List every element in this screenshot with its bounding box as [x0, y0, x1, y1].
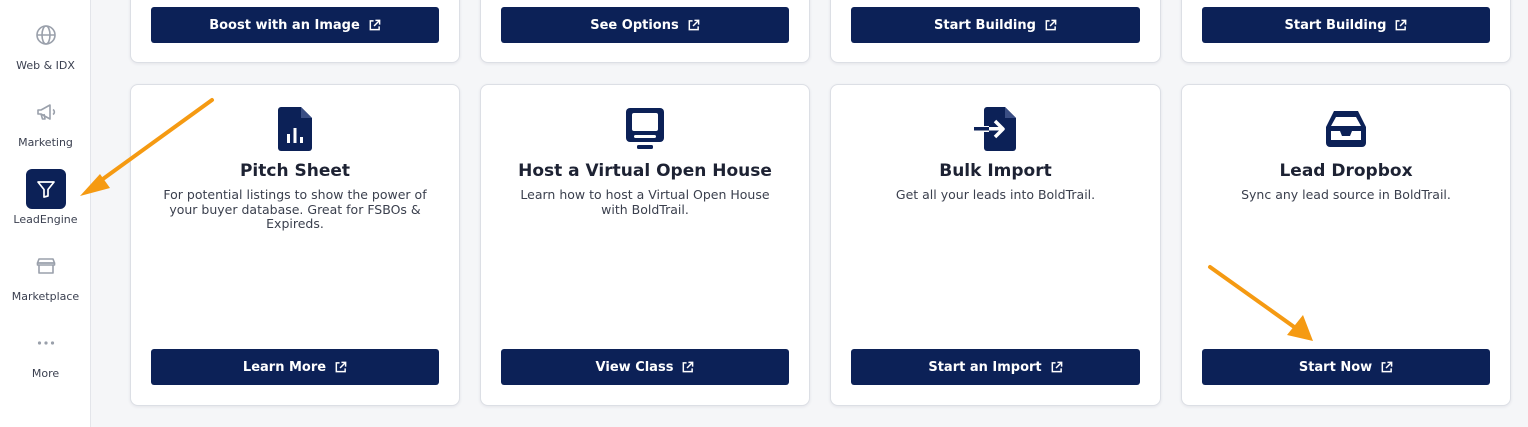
external-link-icon: [1381, 361, 1393, 372]
start-now-button[interactable]: Start Now: [1202, 349, 1490, 385]
external-link-icon: [335, 361, 347, 372]
card-description: Get all your leads into BoldTrail.: [895, 187, 1096, 202]
external-link-icon: [1045, 19, 1057, 30]
card-description: For potential listings to show the power…: [163, 187, 427, 231]
button-label: Start an Import: [928, 359, 1042, 375]
sidebar-item-web-idx[interactable]: Web & IDX: [0, 15, 91, 72]
card-virtual-open-house: Host a Virtual Open House Learn how to h…: [480, 84, 810, 406]
external-link-icon: [1396, 19, 1407, 30]
card-top: Boost with an Image: [130, 0, 460, 63]
sidebar-item-marketplace[interactable]: Marketplace: [0, 246, 91, 303]
more-dots-icon: [26, 323, 66, 363]
card-lead-dropbox: Lead Dropbox Sync any lead source in Bol…: [1181, 84, 1511, 406]
button-label: Boost with an Image: [209, 17, 360, 33]
button-label: Start Now: [1298, 359, 1373, 375]
view-class-button[interactable]: View Class: [501, 349, 789, 385]
storefront-icon: [26, 246, 66, 286]
sidebar-item-label: LeadEngine: [13, 213, 78, 226]
button-label: Start Building: [1284, 17, 1387, 33]
start-building-button[interactable]: Start Building: [851, 7, 1140, 43]
card-pitch-sheet: Pitch Sheet For potential listings to sh…: [130, 84, 460, 406]
sidebar-item-label: Marketplace: [11, 290, 80, 303]
start-building-button[interactable]: Start Building: [1202, 7, 1490, 43]
boost-with-image-button[interactable]: Boost with an Image: [151, 7, 439, 43]
globe-icon: [26, 15, 66, 55]
card-title: Host a Virtual Open House: [518, 161, 772, 181]
external-link-icon: [683, 361, 694, 372]
file-import-icon: [973, 107, 1018, 151]
sidebar-item-marketing[interactable]: Marketing: [0, 92, 91, 149]
sidebar-item-label: Web & IDX: [16, 59, 75, 72]
button-label: Start Building: [934, 17, 1036, 33]
card-title: Lead Dropbox: [1279, 161, 1413, 181]
app: Web & IDX Marketing LeadEngine Marketpla…: [0, 0, 1528, 427]
report-chart-icon: [273, 107, 317, 151]
card-title: Pitch Sheet: [239, 161, 351, 181]
external-link-icon: [688, 19, 700, 30]
inbox-tray-icon: [1324, 107, 1368, 151]
card-top: Start Building: [1181, 0, 1511, 63]
sidebar-item-more[interactable]: More: [0, 323, 91, 380]
card-description: Learn how to host a Virtual Open House w…: [520, 187, 770, 217]
see-options-button[interactable]: See Options: [501, 7, 789, 43]
sidebar-item-label: More: [31, 367, 60, 380]
external-link-icon: [1051, 361, 1063, 372]
card-description: Sync any lead source in BoldTrail.: [1241, 187, 1451, 202]
sidebar-item-leadengine[interactable]: LeadEngine: [0, 169, 91, 226]
button-label: See Options: [590, 17, 679, 33]
card-top: See Options: [480, 0, 810, 63]
card-title: Bulk Import: [939, 161, 1052, 181]
monitor-icon: [623, 107, 667, 151]
external-link-icon: [369, 19, 381, 30]
button-label: View Class: [595, 359, 674, 375]
card-bulk-import: Bulk Import Get all your leads into Bold…: [830, 84, 1161, 406]
start-an-import-button[interactable]: Start an Import: [851, 349, 1140, 385]
card-top: Start Building: [830, 0, 1161, 63]
learn-more-button[interactable]: Learn More: [151, 349, 439, 385]
megaphone-icon: [26, 92, 66, 132]
sidebar: Web & IDX Marketing LeadEngine Marketpla…: [0, 0, 91, 427]
funnel-icon: [25, 169, 66, 209]
button-label: Learn More: [242, 359, 327, 375]
sidebar-item-label: Marketing: [18, 136, 73, 149]
